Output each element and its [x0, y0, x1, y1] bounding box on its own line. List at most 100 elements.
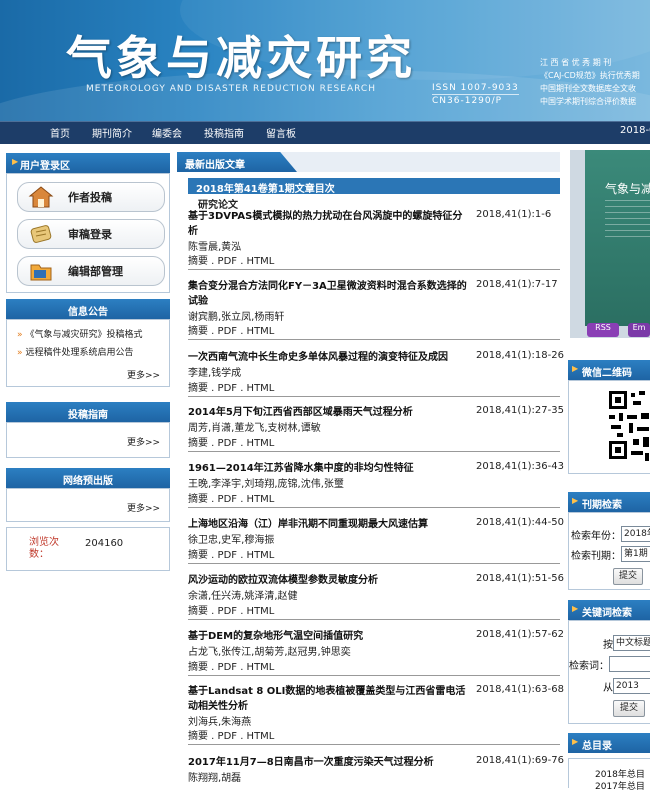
article-title[interactable]: 基于3DVPAS模式模拟的热力扰动在台风涡旋中的螺旋特征分析 — [188, 209, 470, 239]
preprint-panel: 更多>> — [6, 488, 170, 522]
keyword-search-heading-text: 关键词检索 — [582, 608, 632, 619]
notice-item[interactable]: » 《气象与减灾研究》投稿格式 — [17, 327, 143, 340]
site-title: 气象与减灾研究 — [66, 31, 416, 85]
notices-panel: » 《气象与减灾研究》投稿格式 » 远程稿件处理系统启用公告 更多>> — [6, 319, 170, 387]
scroll-icon — [30, 225, 52, 243]
arrow-icon: ▶ — [12, 157, 19, 166]
article-item: 基于Landsat 8 OLI数据的地表植被覆盖类型与江西省雷电活动相关性分析 … — [188, 684, 564, 745]
article-ref: 2018,41(1):57-62 — [476, 629, 564, 640]
article-ref: 2018,41(1):1-6 — [476, 209, 552, 220]
article-divider — [188, 339, 560, 340]
cn-number: CN36-1290/P — [432, 96, 503, 106]
author-submit-button[interactable]: 作者投稿 — [17, 182, 165, 212]
email-button[interactable]: Em — [628, 323, 650, 337]
notices-heading: 信息公告 — [6, 299, 170, 319]
article-authors: 陈雪晨,黄泓 — [188, 242, 242, 253]
issn-block: ISSN 1007-9033 CN36-1290/P — [432, 82, 519, 107]
article-authors: 占龙飞,张传江,胡菊芳,赵冠男,钟思奕 — [188, 647, 351, 658]
article-title[interactable]: 基于Landsat 8 OLI数据的地表植被覆盖类型与江西省雷电活动相关性分析 — [188, 684, 470, 714]
login-panel: 作者投稿 审稿登录 编辑部管理 — [6, 173, 170, 293]
bullet-icon: » — [17, 330, 23, 340]
article-divider — [188, 396, 560, 397]
editor-admin-label: 编辑部管理 — [68, 265, 123, 278]
article-item: 上海地区沿海（江）岸非汛期不同重现期最大风速估算 2018,41(1):44-5… — [188, 517, 564, 564]
article-authors: 李建,钱学成 — [188, 368, 242, 379]
catalog-item[interactable]: 2017年总目 — [595, 779, 645, 792]
issue-title-bar: 2018年第41卷第1期文章目次 — [188, 178, 560, 195]
article-links[interactable]: 摘要 . PDF . HTML — [188, 602, 274, 617]
article-links[interactable]: 摘要 . PDF . HTML — [188, 546, 274, 561]
arrow-icon: ▶ — [572, 364, 579, 373]
article-links[interactable]: 摘要 . PDF . HTML — [188, 727, 274, 742]
wechat-heading: ▶ 微信二维码 — [568, 360, 650, 380]
article-links[interactable]: 摘要 . PDF . HTML — [188, 490, 274, 505]
wechat-heading-text: 微信二维码 — [582, 368, 632, 379]
article-ref: 2018,41(1):27-35 — [476, 405, 564, 416]
keyword-search-submit-button[interactable]: 提交 — [613, 700, 645, 717]
article-links[interactable]: 摘要 . PDF . HTML — [188, 252, 274, 267]
article-title[interactable]: 基于DEM的复杂地形气温空间插值研究 — [188, 629, 470, 644]
article-links[interactable]: 摘要 . PDF . HTML — [188, 658, 274, 673]
issue-search-heading-text: 刊期检索 — [582, 500, 622, 511]
journal-cover[interactable]: 气象与减 — [570, 150, 650, 338]
article-title[interactable]: 集合变分混合方法同化FY－3A卫星微波资料时混合系数选择的试验 — [188, 279, 470, 309]
article-item: 风沙运动的欧拉双流体模型参数灵敏度分析 2018,41(1):51-56 余潇,… — [188, 573, 564, 620]
from-year-select[interactable]: 2013 — [613, 678, 650, 694]
article-authors: 刘海兵,朱海燕 — [188, 717, 252, 728]
article-ref: 2018,41(1):44-50 — [476, 517, 564, 528]
catalog-heading: ▶ 总目录 — [568, 733, 650, 753]
arrow-icon: ▶ — [572, 737, 579, 746]
article-ref: 2018,41(1):18-26 — [476, 350, 564, 361]
article-title[interactable]: 2014年5月下旬江西省西部区域暴雨天气过程分析 — [188, 405, 470, 420]
visits-panel: 浏览次数： 204160 — [6, 527, 170, 571]
search-field-select[interactable]: 中文标题 — [613, 635, 650, 651]
wechat-panel — [568, 380, 650, 474]
notices-more-link[interactable]: 更多>> — [127, 368, 160, 381]
honors-list: 江 西 省 优 秀 期 刊 《CAJ-CD规范》执行优秀期 中国期刊全文数据库全… — [540, 56, 640, 108]
preprint-more-link[interactable]: 更多>> — [127, 501, 160, 514]
guide-more-link[interactable]: 更多>> — [127, 435, 160, 448]
nav-home[interactable]: 首页 — [50, 125, 70, 140]
issue-search-submit-button[interactable]: 提交 — [613, 568, 643, 585]
guide-heading: 投稿指南 — [6, 402, 170, 422]
qr-code-icon — [607, 389, 650, 463]
search-by-label: 按 — [603, 640, 613, 651]
article-item: 一次西南气流中长生命史多单体风暴过程的演变特征及成因 2018,41(1):18… — [188, 350, 564, 397]
author-submit-label: 作者投稿 — [68, 191, 112, 204]
article-divider — [188, 451, 560, 452]
nav-message-board[interactable]: 留言板 — [266, 125, 296, 140]
article-ref: 2018,41(1):63-68 — [476, 684, 564, 695]
article-ref: 2018,41(1):36-43 — [476, 461, 564, 472]
article-authors: 陈翔翔,胡磊 — [188, 773, 242, 784]
login-heading-text: 用户登录区 — [20, 161, 70, 172]
article-item: 1961—2014年江苏省降水集中度的非均匀性特征 2018,41(1):36-… — [188, 461, 564, 508]
editor-admin-button[interactable]: 编辑部管理 — [17, 256, 165, 286]
nav-about[interactable]: 期刊简介 — [92, 125, 132, 140]
article-title[interactable]: 1961—2014年江苏省降水集中度的非均匀性特征 — [188, 461, 470, 476]
article-title[interactable]: 一次西南气流中长生命史多单体风暴过程的演变特征及成因 — [188, 350, 470, 365]
reviewer-login-button[interactable]: 审稿登录 — [17, 219, 165, 249]
guide-heading-text: 投稿指南 — [68, 410, 108, 421]
article-title[interactable]: 2017年11月7—8日南昌市一次重度污染天气过程分析 — [188, 755, 470, 770]
keyword-input[interactable] — [609, 656, 650, 672]
article-title[interactable]: 上海地区沿海（江）岸非汛期不同重现期最大风速估算 — [188, 517, 470, 532]
issue-search-panel: 检索年份： 2018年 检索刊期： 第1期 提交 — [568, 512, 650, 590]
catalog-panel: 2018年总目 2017年总目 — [568, 758, 650, 792]
honor-item: 中国学术期刊综合评价数据 — [540, 97, 636, 106]
nav-editorial-board[interactable]: 编委会 — [152, 125, 182, 140]
issue-select[interactable]: 第1期 — [621, 546, 650, 562]
notice-item[interactable]: » 远程稿件处理系统启用公告 — [17, 345, 134, 358]
article-links[interactable]: 摘要 . PDF . HTML — [188, 379, 274, 394]
article-item: 基于DEM的复杂地形气温空间插值研究 2018,41(1):57-62 占龙飞,… — [188, 629, 564, 676]
issn-number: ISSN 1007-9033 — [432, 83, 519, 95]
site-english-title: METEOROLOGY AND DISASTER REDUCTION RESEA… — [86, 84, 376, 94]
article-title[interactable]: 风沙运动的欧拉双流体模型参数灵敏度分析 — [188, 573, 470, 588]
article-links[interactable]: 摘要 . PDF . HTML — [188, 322, 274, 337]
preprint-heading-text: 网络预出版 — [63, 476, 113, 487]
article-links[interactable]: 摘要 . PDF . HTML — [188, 434, 274, 449]
keyword-search-heading: ▶ 关键词检索 — [568, 600, 650, 620]
year-select[interactable]: 2018年 — [621, 526, 650, 542]
nav-submission-guide[interactable]: 投稿指南 — [204, 125, 244, 140]
article-divider — [188, 269, 560, 270]
rss-button[interactable]: RSS — [587, 323, 619, 337]
